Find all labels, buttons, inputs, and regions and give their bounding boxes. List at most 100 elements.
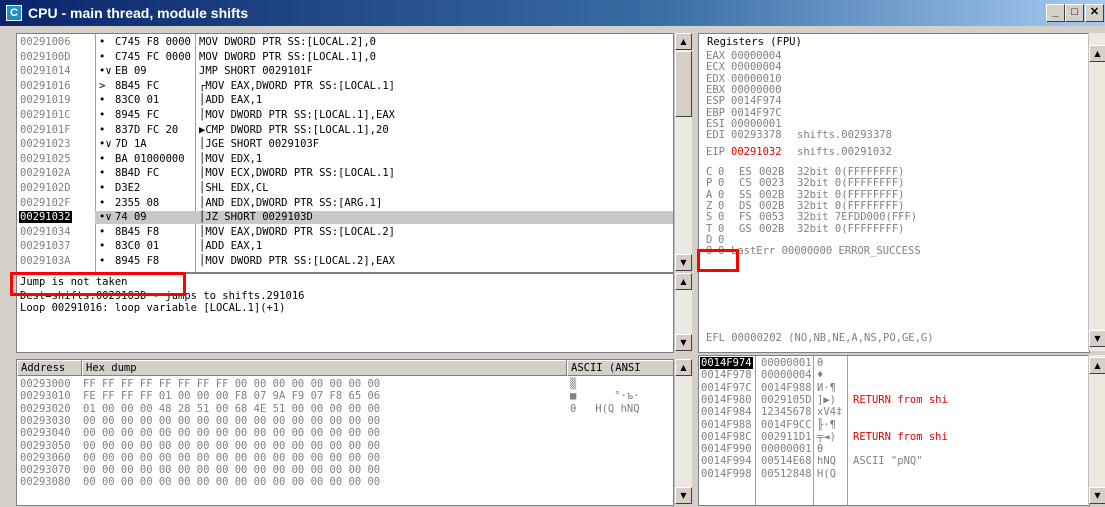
column-header-address[interactable]: Address: [17, 360, 82, 376]
disasm-address[interactable]: 00291034: [19, 226, 72, 238]
stack-address[interactable]: 0014F998: [700, 468, 753, 480]
disasm-bytes[interactable]: 83C0 01: [115, 240, 159, 252]
stack-value[interactable]: 12345678: [761, 406, 812, 418]
disasm-instruction[interactable]: ┌MOV EAX,DWORD PTR SS:[LOCAL.1]: [199, 80, 395, 92]
register-value[interactable]: 00293378: [731, 129, 782, 141]
register-value[interactable]: 00000001: [731, 118, 782, 130]
disasm-instruction[interactable]: │MOV DWORD PTR SS:[LOCAL.1],EAX: [199, 109, 395, 121]
flag-value[interactable]: 0: [718, 189, 724, 201]
flag-value[interactable]: 0: [718, 166, 724, 178]
eflags-line[interactable]: EFL 00000202 (NO,NB,NE,A,NS,PO,GE,G): [706, 332, 934, 344]
disasm-address[interactable]: 0029100D: [19, 51, 72, 63]
dump-address[interactable]: 00293050: [20, 440, 71, 452]
info-scrollbar[interactable]: ▲ ▼: [674, 273, 692, 351]
scroll-down-arrow-icon[interactable]: ▼: [675, 254, 692, 271]
disasm-instruction[interactable]: MOV DWORD PTR SS:[LOCAL.2],0: [199, 36, 376, 48]
eip-value[interactable]: 00291032: [731, 146, 782, 158]
registers-header[interactable]: Registers (FPU): [707, 36, 802, 48]
disasm-address[interactable]: 00291014: [19, 65, 72, 77]
disasm-bytes[interactable]: 837D FC 20: [115, 124, 178, 136]
disasm-address[interactable]: 00291006: [19, 36, 72, 48]
dump-address[interactable]: 00293020: [20, 403, 71, 415]
disasm-instruction[interactable]: │MOV ECX,DWORD PTR SS:[LOCAL.1]: [199, 167, 395, 179]
dump-address[interactable]: 00293060: [20, 452, 71, 464]
scroll-up-arrow-icon[interactable]: ▲: [675, 33, 692, 50]
disasm-bytes[interactable]: 2355 08: [115, 197, 159, 209]
disasm-address[interactable]: 0029101C: [19, 109, 72, 121]
flag-value[interactable]: 0: [718, 211, 724, 223]
dump-address[interactable]: 00293080: [20, 476, 71, 488]
scroll-down-arrow-icon[interactable]: ▼: [1089, 330, 1105, 347]
dump-scrollbar[interactable]: ▲ ▼: [674, 359, 692, 504]
disasm-instruction[interactable]: ▶CMP DWORD PTR SS:[LOCAL.1],20: [199, 124, 389, 136]
disasm-address[interactable]: 00291023: [19, 138, 72, 150]
disasm-address[interactable]: 00291019: [19, 94, 72, 106]
register-value[interactable]: 0014F974: [731, 95, 782, 107]
hex-dump-pane[interactable]: Address Hex dump ASCII (ANSI 00293000 FF …: [16, 359, 674, 506]
dump-hex-bytes[interactable]: 00 00 00 00 00 00 00 00 00 00 00 00 00 0…: [83, 464, 380, 476]
dump-hex-bytes[interactable]: FE FF FF FF 01 00 00 00 F8 07 9A F9 07 F…: [83, 390, 380, 402]
register-value[interactable]: 00000004: [731, 61, 782, 73]
disasm-address[interactable]: 0029101F: [19, 124, 72, 136]
dump-hex-bytes[interactable]: 00 00 00 00 00 00 00 00 00 00 00 00 00 0…: [83, 476, 380, 488]
disasm-bytes[interactable]: 83C0 01: [115, 94, 159, 106]
disasm-address[interactable]: 0029102A: [19, 167, 72, 179]
disasm-address[interactable]: 00291032: [19, 211, 72, 224]
scroll-up-arrow-icon[interactable]: ▲: [1089, 357, 1105, 374]
flag-value[interactable]: 0: [718, 234, 724, 246]
disasm-bytes[interactable]: 7D 1A: [115, 138, 147, 150]
maximize-button[interactable]: □: [1065, 4, 1084, 22]
dump-address[interactable]: 00293040: [20, 427, 71, 439]
scroll-up-arrow-icon[interactable]: ▲: [1089, 45, 1105, 62]
disasm-bytes[interactable]: BA 01000000: [115, 153, 185, 165]
disasm-bytes[interactable]: 8B4D FC: [115, 167, 159, 179]
disassembly-pane[interactable]: 00291006 • C745 F8 0000 MOV DWORD PTR SS:[L…: [16, 33, 674, 273]
scroll-down-arrow-icon[interactable]: ▼: [675, 487, 692, 504]
disasm-address[interactable]: 0029102D: [19, 182, 72, 194]
dump-address[interactable]: 00293000: [20, 378, 71, 390]
disasm-address[interactable]: 00291037: [19, 240, 72, 252]
disasm-instruction[interactable]: │AND EDX,DWORD PTR SS:[ARG.1]: [199, 197, 382, 209]
stack-scrollbar[interactable]: ▲ ▼: [1088, 355, 1105, 504]
disasm-bytes[interactable]: D3E2: [115, 182, 140, 194]
register-value[interactable]: 00000004: [731, 50, 782, 62]
stack-value[interactable]: 0029105D: [761, 394, 812, 406]
flag-value[interactable]: 0: [718, 177, 724, 189]
disasm-instruction[interactable]: │MOV EDX,1: [199, 153, 262, 165]
stack-address[interactable]: 0014F994: [700, 455, 753, 467]
stack-address[interactable]: 0014F97C: [700, 382, 753, 394]
disasm-instruction[interactable]: │JGE SHORT 0029103F: [199, 138, 319, 150]
stack-value[interactable]: 00000001: [761, 443, 812, 455]
stack-value[interactable]: 00000004: [761, 369, 812, 381]
flag-value[interactable]: 0: [718, 223, 724, 235]
flag-value[interactable]: 0: [718, 200, 724, 212]
disasm-bytes[interactable]: 8945 FC: [115, 109, 159, 121]
scroll-down-arrow-icon[interactable]: ▼: [1089, 487, 1105, 504]
disasm-instruction[interactable]: │SHL EDX,CL: [199, 182, 269, 194]
scroll-up-arrow-icon[interactable]: ▲: [675, 273, 692, 290]
stack-address[interactable]: 0014F974: [700, 357, 753, 369]
stack-value[interactable]: 00000001: [761, 357, 812, 369]
disasm-instruction[interactable]: │ADD EAX,1: [199, 240, 262, 252]
stack-address[interactable]: 0014F990: [700, 443, 753, 455]
stack-value[interactable]: 00514E68: [761, 455, 812, 467]
disasm-instruction[interactable]: │MOV DWORD PTR SS:[LOCAL.2],EAX: [199, 255, 395, 267]
stack-value[interactable]: 00512848: [761, 468, 812, 480]
disasm-bytes[interactable]: 8B45 F8: [115, 226, 159, 238]
dump-hex-bytes[interactable]: 00 00 00 00 00 00 00 00 00 00 00 00 00 0…: [83, 452, 380, 464]
register-value[interactable]: 00000010: [731, 73, 782, 85]
register-value[interactable]: 00000000: [731, 84, 782, 96]
scroll-thumb[interactable]: [675, 51, 692, 117]
dump-hex-bytes[interactable]: 00 00 00 00 00 00 00 00 00 00 00 00 00 0…: [83, 427, 380, 439]
disasm-bytes[interactable]: C745 FC 0000: [115, 51, 191, 63]
scroll-down-arrow-icon[interactable]: ▼: [675, 334, 692, 351]
stack-address[interactable]: 0014F980: [700, 394, 753, 406]
dump-hex-bytes[interactable]: 00 00 00 00 00 00 00 00 00 00 00 00 00 0…: [83, 440, 380, 452]
dump-address[interactable]: 00293010: [20, 390, 71, 402]
dump-hex-bytes[interactable]: FF FF FF FF FF FF FF FF 00 00 00 00 00 0…: [83, 378, 380, 390]
register-value[interactable]: 0014F97C: [731, 107, 782, 119]
disasm-instruction[interactable]: MOV DWORD PTR SS:[LOCAL.1],0: [199, 51, 376, 63]
stack-pane[interactable]: 0014F974 00000001 θ 0014F978 00000004 ♦ 0014F9…: [698, 355, 1090, 506]
stack-address[interactable]: 0014F988: [700, 419, 753, 431]
stack-address[interactable]: 0014F98C: [700, 431, 753, 443]
